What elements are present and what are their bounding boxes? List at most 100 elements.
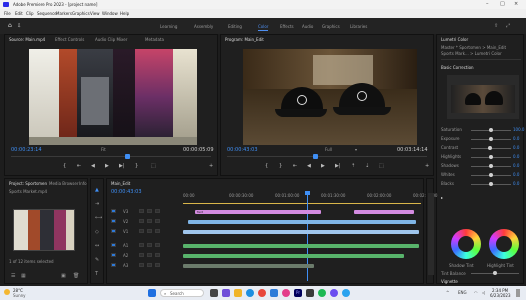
workspace-libraries[interactable]: Libraries xyxy=(350,24,367,29)
source-add-button-icon[interactable]: + xyxy=(209,163,213,169)
sync-lock-button[interactable] xyxy=(155,229,160,233)
lumetri-title[interactable]: Lumetri Color xyxy=(441,37,468,42)
mark-out-icon[interactable]: } xyxy=(135,163,138,169)
export-frame-icon[interactable]: ⬚ xyxy=(379,163,384,169)
lock-track-button[interactable] xyxy=(147,209,152,213)
tab-info[interactable]: Info xyxy=(79,181,87,186)
search-box[interactable]: ⌕ Search xyxy=(160,289,204,297)
source-patch-button[interactable] xyxy=(111,209,116,213)
playhead-handle-icon[interactable] xyxy=(305,191,310,195)
import-icon[interactable]: ⇩ xyxy=(17,23,21,29)
sync-lock-button[interactable] xyxy=(155,219,160,223)
show-desktop-button[interactable] xyxy=(516,289,520,297)
workspace-learning[interactable]: Learning xyxy=(160,24,177,29)
workspace-graphics[interactable]: Graphics xyxy=(322,24,340,29)
tint-balance-slider[interactable] xyxy=(471,271,519,275)
program-timecode[interactable]: 00:00:43:03 xyxy=(227,147,258,153)
menu-sequence[interactable]: Sequence xyxy=(37,11,57,16)
lumetri-slider-value[interactable]: 0.0 xyxy=(513,163,519,168)
app-icon-dark[interactable] xyxy=(306,289,314,297)
workspace-effects[interactable]: Effects xyxy=(280,24,294,29)
slip-tool-icon[interactable]: ↔ xyxy=(95,243,99,249)
lift-icon[interactable]: ⇡ xyxy=(351,163,355,169)
timeline-clip[interactable] xyxy=(183,264,314,268)
tab-media-browser[interactable]: Media Browser xyxy=(49,181,79,186)
workspace-assembly[interactable]: Assembly xyxy=(194,24,213,29)
tab-timeline[interactable]: Main_Edit xyxy=(111,181,130,186)
type-tool-icon[interactable]: T xyxy=(95,271,98,277)
file-explorer-icon[interactable] xyxy=(234,289,242,297)
share-icon[interactable]: ⇪ xyxy=(494,23,498,29)
tab-project[interactable]: Project: Sportsmen xyxy=(9,181,47,186)
sync-lock-button[interactable] xyxy=(155,209,160,213)
timeline-timecode[interactable]: 00:00:43:03 xyxy=(111,189,142,195)
lumetri-clip-line[interactable]: Sports Mark... > Lumetri Color xyxy=(441,51,502,56)
go-to-in-icon[interactable]: ⇤ xyxy=(77,163,81,169)
lumetri-slider[interactable] xyxy=(471,173,511,177)
menu-markers[interactable]: Markers xyxy=(56,11,72,16)
list-view-icon[interactable]: ☰ xyxy=(11,273,15,279)
mute-button[interactable] xyxy=(139,253,144,257)
weather-icon[interactable] xyxy=(4,289,10,295)
menu-help[interactable]: Help xyxy=(120,11,129,16)
menu-file[interactable]: File xyxy=(4,11,11,16)
source-patch-button[interactable] xyxy=(111,263,116,267)
selection-tool-icon[interactable]: ▲ xyxy=(95,187,99,193)
source-patch-button[interactable] xyxy=(111,243,116,247)
volume-icon[interactable]: ◁ xyxy=(482,290,485,295)
source-patch-button[interactable] xyxy=(111,229,116,233)
timeline-clip[interactable] xyxy=(187,220,417,224)
chrome-icon[interactable] xyxy=(258,289,266,297)
sync-lock-button[interactable] xyxy=(155,253,160,257)
trash-icon[interactable]: 🗑 xyxy=(73,273,79,279)
source-patch-button[interactable] xyxy=(111,219,116,223)
basic-correction-header[interactable]: Basic Correction xyxy=(441,65,474,70)
tab-program[interactable]: Program: Main_Edit xyxy=(225,37,264,42)
tab-audio-clip-mixer[interactable]: Audio Clip Mixer xyxy=(95,37,127,42)
mail-icon[interactable] xyxy=(270,289,278,297)
app-icon-purple[interactable] xyxy=(330,289,338,297)
clock-date[interactable]: 6/23/2023 xyxy=(490,293,511,298)
wifi-icon[interactable]: ◠ xyxy=(474,290,478,295)
sync-lock-button[interactable] xyxy=(155,243,160,247)
app-icon-blue[interactable] xyxy=(342,289,350,297)
lumetri-source-line[interactable]: Master * Sportsmen > Main_Edit xyxy=(441,45,506,50)
sync-lock-button[interactable] xyxy=(155,263,160,267)
lumetri-slider[interactable] xyxy=(471,146,511,150)
program-mark-in-icon[interactable]: { xyxy=(265,163,268,169)
lumetri-slider[interactable] xyxy=(471,137,511,141)
workspace-audio[interactable]: Audio xyxy=(302,24,313,29)
premiere-pro-icon[interactable]: Pr xyxy=(294,289,302,297)
maximize-icon[interactable]: □ xyxy=(500,1,505,7)
lumetri-slider[interactable] xyxy=(471,164,511,168)
solo-button[interactable] xyxy=(147,243,152,247)
timeline-clip[interactable] xyxy=(183,244,419,248)
lumetri-slider-value[interactable]: 0.0 xyxy=(513,154,519,159)
program-go-to-in-icon[interactable]: ⇤ xyxy=(293,163,297,169)
play-icon[interactable]: ▶ xyxy=(105,163,109,169)
task-view-icon[interactable] xyxy=(210,289,218,297)
app-icon-pink[interactable] xyxy=(282,289,290,297)
program-add-button-icon[interactable]: + xyxy=(425,163,429,169)
menu-edit[interactable]: Edit xyxy=(15,11,23,16)
track-select-tool-icon[interactable]: ⇥ xyxy=(95,201,99,207)
home-icon[interactable]: ⌂ xyxy=(8,22,12,29)
program-step-back-icon[interactable]: ◀ xyxy=(307,163,311,169)
tab-effect-controls[interactable]: Effect Controls xyxy=(55,37,84,42)
timeline-clip[interactable]: Text xyxy=(194,210,322,214)
toggle-output-button[interactable] xyxy=(139,209,144,213)
solo-button[interactable] xyxy=(147,263,152,267)
source-video-frame[interactable] xyxy=(29,49,197,145)
lumetri-slider-value[interactable]: 0.0 xyxy=(513,172,519,177)
ripple-edit-tool-icon[interactable]: ⟷ xyxy=(95,215,102,221)
extract-icon[interactable]: ⇣ xyxy=(365,163,369,169)
tab-metadata[interactable]: Metadata xyxy=(145,37,164,42)
lumetri-slider[interactable] xyxy=(471,155,511,159)
razor-tool-icon[interactable]: ◇ xyxy=(95,229,99,235)
lumetri-slider-value[interactable]: 0.0 xyxy=(513,136,519,141)
source-timecode[interactable]: 00:00:23:14 xyxy=(11,147,42,153)
shadow-tint-wheel[interactable] xyxy=(451,229,481,259)
lumetri-slider-value[interactable]: 0.0 xyxy=(513,145,519,150)
pen-tool-icon[interactable]: ✎ xyxy=(95,257,99,263)
timeline-clip[interactable] xyxy=(183,254,405,258)
